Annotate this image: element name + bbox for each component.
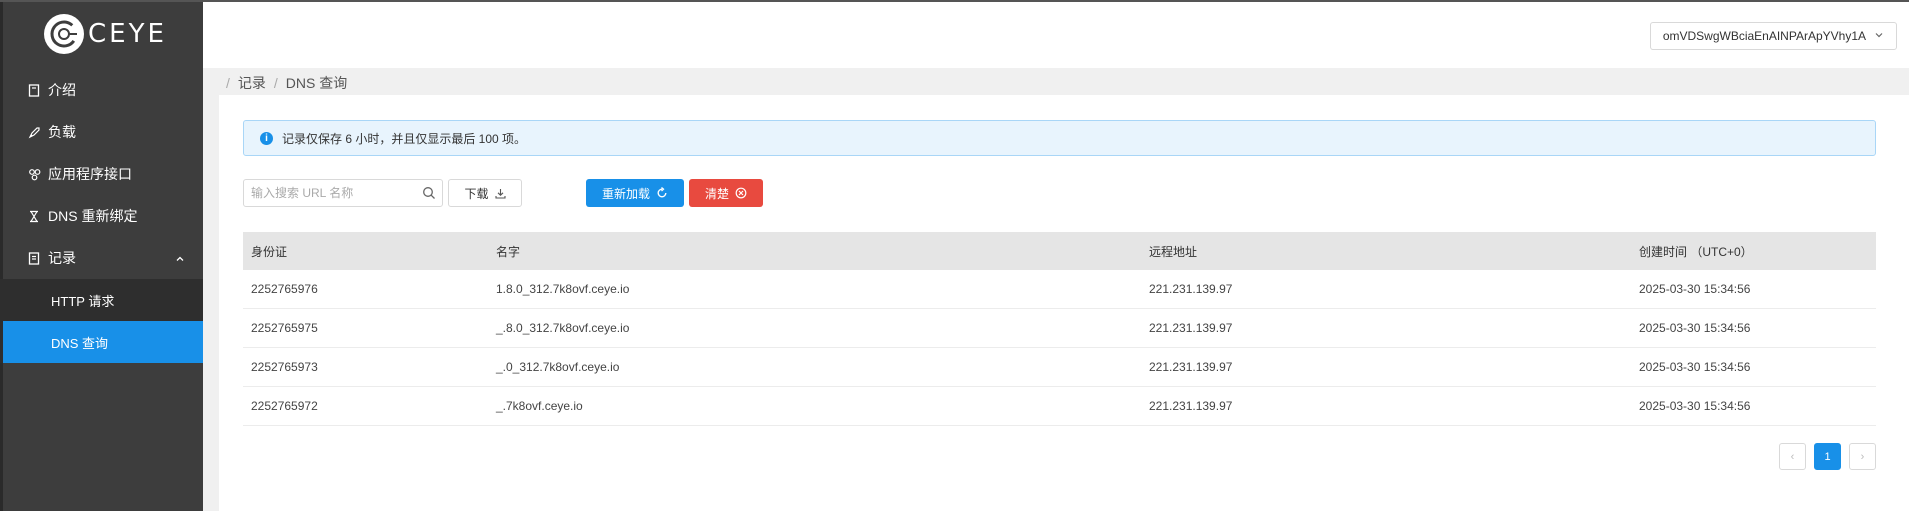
page-button-current[interactable]: 1 [1814,443,1841,470]
sidebar: CEYE 介绍 负载 应用程序接口 DNS 重新绑定 记录 HTTP 请求 DN… [0,0,203,511]
cell-remote-address: 221.231.139.97 [1149,399,1233,413]
sidebar-item-api[interactable]: 应用程序接口 [0,153,203,195]
sidebar-item-label: 负载 [48,124,76,140]
brand-name: CEYE [88,19,167,49]
cell-remote-address: 221.231.139.97 [1149,321,1233,335]
cell-name: _.0_312.7k8ovf.ceye.io [496,360,620,374]
sidebar-item-label: 应用程序接口 [48,166,132,182]
breadcrumb-separator: / [273,75,278,91]
cell-name: _.7k8ovf.ceye.io [496,399,583,413]
sidebar-item-payload[interactable]: 负载 [0,111,203,153]
top-header: omVDSwgWBciaEnAINPArApYVhy1A [203,2,1909,68]
account-dropdown[interactable]: omVDSwgWBciaEnAINPArApYVhy1A [1649,22,1897,50]
cell-created-time: 2025-03-30 15:34:56 [1639,321,1751,335]
sidebar-item-intro[interactable]: 介绍 [0,69,203,111]
cell-created-time: 2025-03-30 15:34:56 [1639,399,1751,413]
sidebar-item-dns-rebinding[interactable]: DNS 重新绑定 [0,195,203,237]
cell-created-time: 2025-03-30 15:34:56 [1639,282,1751,296]
sidebar-nav: 介绍 负载 应用程序接口 DNS 重新绑定 记录 HTTP 请求 DNS 查询 [0,69,203,363]
chevron-up-icon [175,251,185,267]
sidebar-item-dns-queries[interactable]: DNS 查询 [3,321,203,363]
search-icon[interactable] [422,186,436,203]
info-alert: i 记录仅保存 6 小时，并且仅显示最后 100 项。 [243,120,1876,156]
dns-records-table: 身份证 名字 远程地址 创建时间 （UTC+0） 2252765976 1.8.… [243,232,1876,426]
download-icon [494,188,506,199]
records-submenu: HTTP 请求 DNS 查询 [0,279,203,363]
download-label: 下载 [464,186,489,201]
cell-remote-address: 221.231.139.97 [1149,360,1233,374]
sidebar-item-http-requests[interactable]: HTTP 请求 [0,279,203,321]
table-row: 2252765975 _.8.0_312.7k8ovf.ceye.io 221.… [243,309,1876,348]
cell-created-time: 2025-03-30 15:34:56 [1639,360,1751,374]
rocket-icon [27,125,41,139]
main-panel: i 记录仅保存 6 小时，并且仅显示最后 100 项。 下载 重新加载 清楚 [219,95,1909,511]
search-box [243,179,443,207]
reload-button[interactable]: 重新加载 [586,179,684,207]
column-header-name: 名字 [496,244,521,259]
clear-button[interactable]: 清楚 [689,179,763,207]
download-button[interactable]: 下载 [448,179,522,207]
column-header-created-time: 创建时间 （UTC+0） [1639,244,1753,259]
window-top-border [0,0,1909,2]
alert-text: 记录仅保存 6 小时，并且仅显示最后 100 项。 [282,131,527,146]
close-circle-icon [735,187,747,199]
table-row: 2252765972 _.7k8ovf.ceye.io 221.231.139.… [243,387,1876,426]
breadcrumb-separator: / [226,75,230,91]
info-icon: i [260,131,273,145]
account-name: omVDSwgWBciaEnAINPArApYVhy1A [1662,29,1866,43]
prev-page-button[interactable]: ‹ [1779,443,1806,470]
column-header-remote-address: 远程地址 [1149,244,1198,259]
breadcrumb-current: DNS 查询 [285,75,348,91]
pagination: ‹ 1 › [1779,443,1876,470]
sidebar-item-label: 介绍 [48,82,76,98]
cell-id: 2252765972 [251,399,318,413]
ceye-logo-icon [44,14,84,54]
table-header: 身份证 名字 远程地址 创建时间 （UTC+0） [243,232,1876,270]
cell-name: _.8.0_312.7k8ovf.ceye.io [496,321,630,335]
sidebar-item-label: DNS 重新绑定 [48,208,138,224]
sidebar-item-label: 记录 [48,250,76,266]
clear-label: 清楚 [704,186,729,201]
refresh-icon [656,187,668,199]
sidebar-item-records[interactable]: 记录 [0,237,203,279]
search-input[interactable] [244,180,414,206]
breadcrumb: / 记录 / DNS 查询 [226,73,347,93]
chevron-down-icon [1874,29,1884,43]
brand-logo[interactable]: CEYE [44,13,167,55]
cell-name: 1.8.0_312.7k8ovf.ceye.io [496,282,630,296]
column-header-id: 身份证 [251,244,288,259]
cell-id: 2252765976 [251,282,318,296]
cell-remote-address: 221.231.139.97 [1149,282,1233,296]
table-row: 2252765976 1.8.0_312.7k8ovf.ceye.io 221.… [243,270,1876,309]
book-icon [27,83,41,97]
cell-id: 2252765975 [251,321,318,335]
list-icon [27,251,41,265]
reload-label: 重新加载 [601,186,650,201]
toolbar: 下载 重新加载 清楚 [243,179,1876,209]
table-row: 2252765973 _.0_312.7k8ovf.ceye.io 221.23… [243,348,1876,387]
cell-id: 2252765973 [251,360,318,374]
hourglass-icon [27,209,41,223]
breadcrumb-root[interactable]: 记录 [238,73,266,93]
next-page-button[interactable]: › [1849,443,1876,470]
api-icon [27,167,41,181]
